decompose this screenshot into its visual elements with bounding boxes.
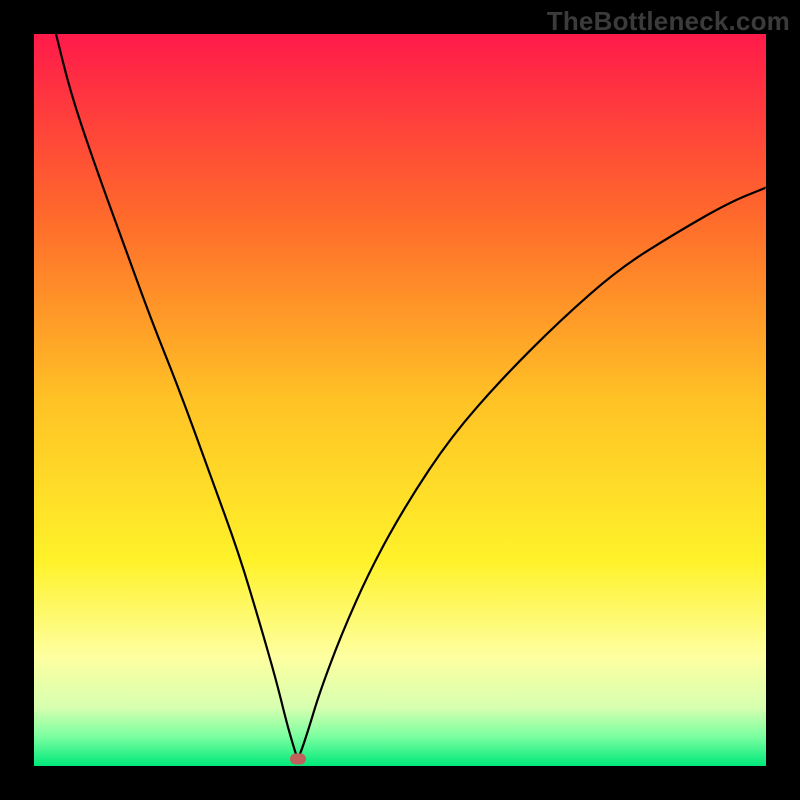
chart-frame: TheBottleneck.com bbox=[0, 0, 800, 800]
plot-area bbox=[34, 34, 766, 766]
gradient-background bbox=[34, 34, 766, 766]
chart-svg bbox=[34, 34, 766, 766]
watermark-text: TheBottleneck.com bbox=[547, 6, 790, 37]
bottleneck-marker bbox=[290, 753, 306, 764]
